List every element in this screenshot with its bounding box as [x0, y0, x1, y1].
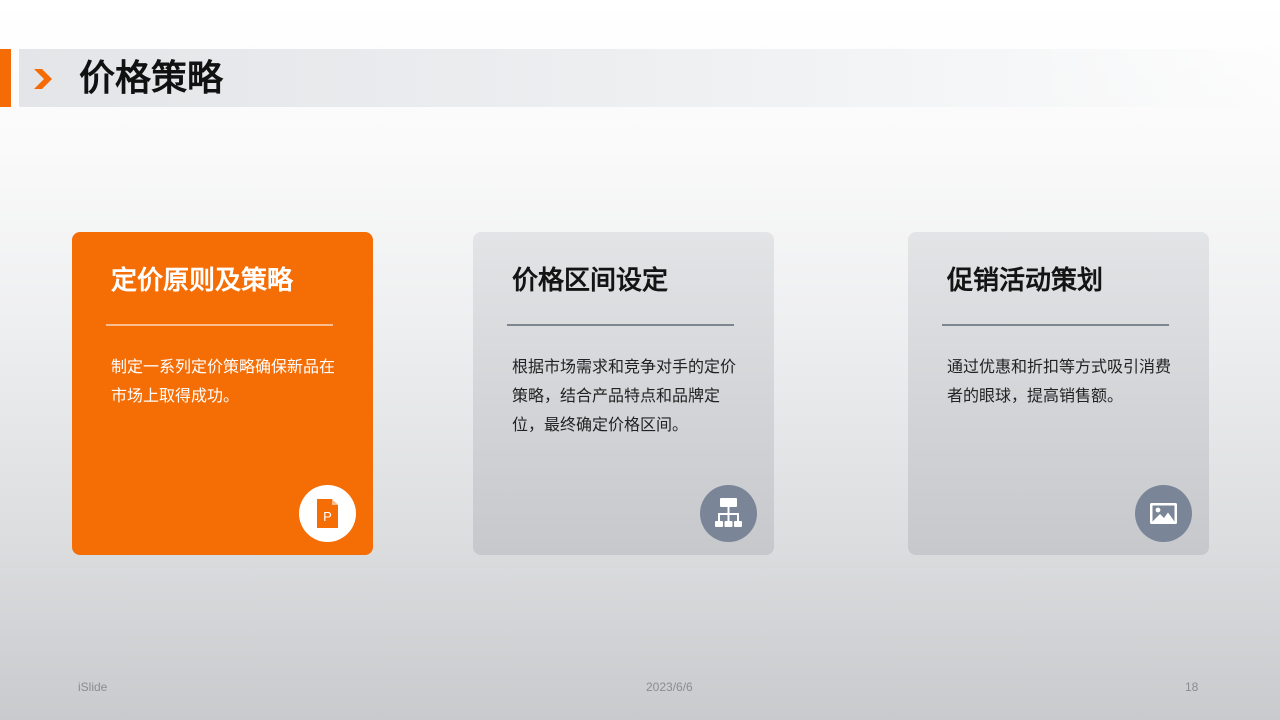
page-title: 价格策略 [79, 58, 224, 99]
chevron-right-icon [34, 69, 52, 89]
title-accent-bar [0, 49, 11, 107]
image-icon [1150, 503, 1177, 524]
org-chart-icon [715, 498, 742, 527]
card-icon-badge[interactable] [1135, 485, 1192, 542]
card-description: 通过优惠和折扣等方式吸引消费者的眼球，提高销售额。 [947, 357, 1172, 405]
card-title: 定价原则及策略 [111, 266, 294, 296]
powerpoint-file-icon: P [317, 499, 338, 528]
card-icon-badge[interactable]: P [299, 485, 356, 542]
card-promotion-planning[interactable]: 促销活动策划 通过优惠和折扣等方式吸引消费者的眼球，提高销售额。 [908, 232, 1209, 555]
footer-brand: iSlide [78, 680, 108, 694]
page-number: 18 [1185, 680, 1199, 694]
card-title: 价格区间设定 [512, 266, 669, 296]
slide: 价格策略 定价原则及策略 制定一系列定价策略确保新品在市场上取得成功。 P 价格… [0, 0, 1280, 720]
svg-text:P: P [323, 509, 332, 524]
card-description: 根据市场需求和竞争对手的定价策略，结合产品特点和品牌定位，最终确定价格区间。 [512, 357, 737, 434]
card-price-range[interactable]: 价格区间设定 根据市场需求和竞争对手的定价策略，结合产品特点和品牌定位，最终确定… [473, 232, 774, 555]
card-title: 促销活动策划 [947, 266, 1104, 296]
card-description: 制定一系列定价策略确保新品在市场上取得成功。 [111, 357, 336, 405]
card-divider [106, 324, 333, 326]
card-divider [507, 324, 734, 326]
card-pricing-principles[interactable]: 定价原则及策略 制定一系列定价策略确保新品在市场上取得成功。 P [72, 232, 373, 555]
footer-date: 2023/6/6 [646, 680, 693, 694]
card-divider [942, 324, 1169, 326]
card-icon-badge[interactable] [700, 485, 757, 542]
